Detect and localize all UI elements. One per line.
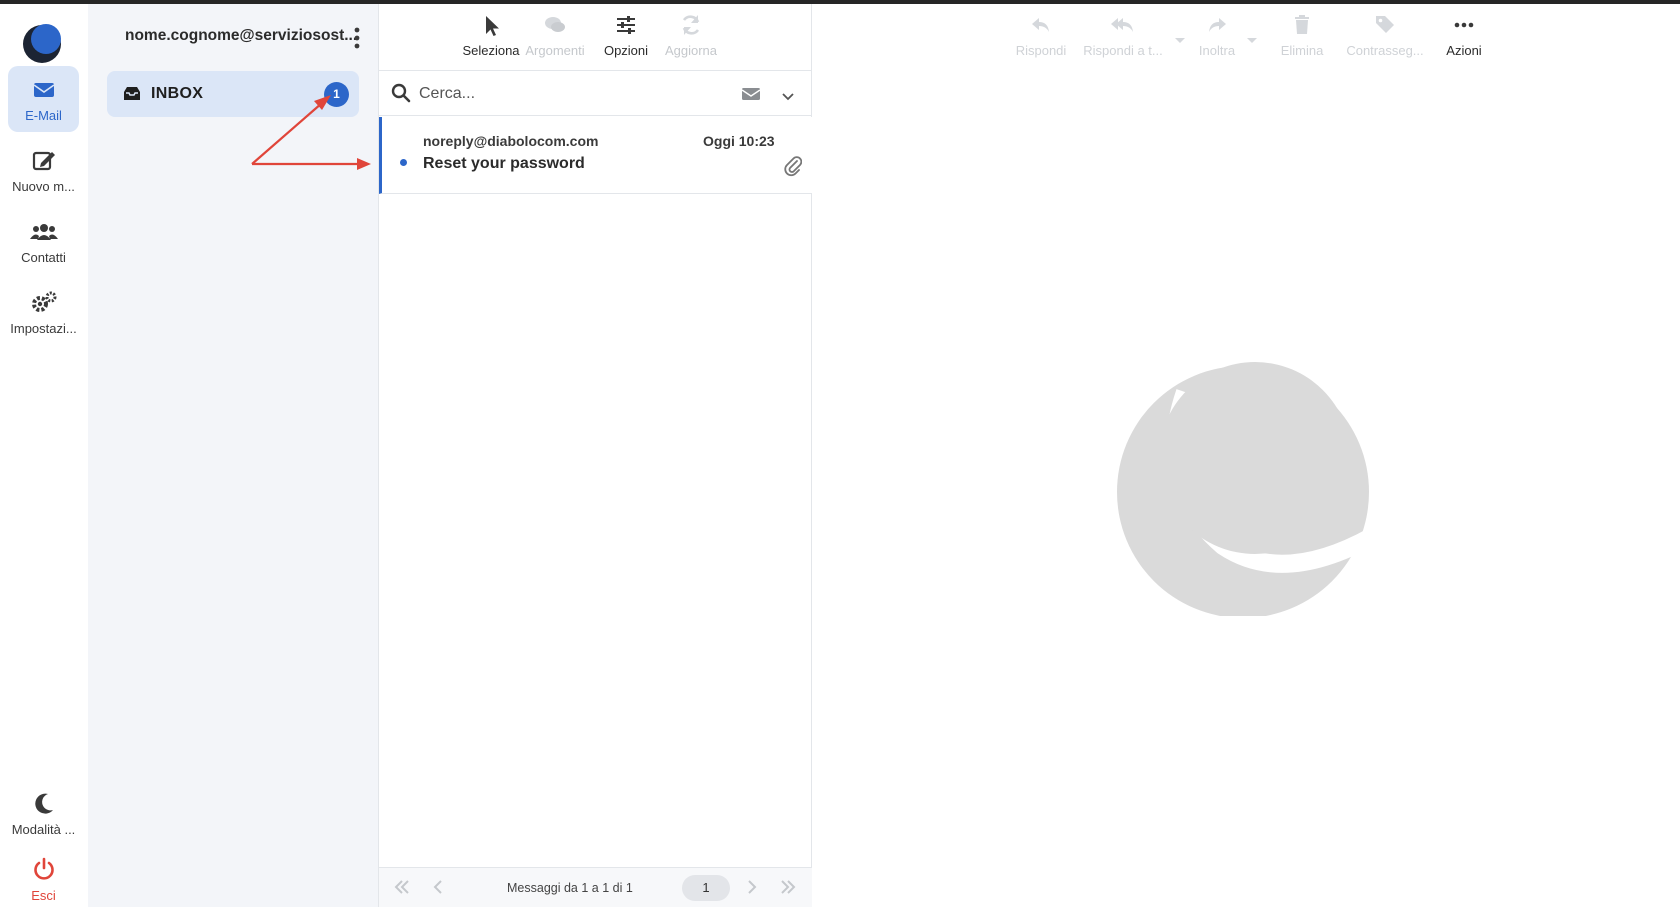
account-email: nome.cognome@serviziosost... <box>125 27 358 44</box>
cursor-icon <box>455 12 527 38</box>
sliders-icon <box>590 12 662 38</box>
inbox-icon <box>122 86 142 107</box>
account-menu-icon[interactable] <box>352 26 362 50</box>
actions-button[interactable]: Azioni <box>1435 12 1493 58</box>
message-row[interactable]: noreply@diabolocom.com Oggi 10:23 Reset … <box>379 117 812 194</box>
threads-button[interactable]: Argomenti <box>519 12 591 58</box>
pagination-bar: Messaggi da 1 a 1 di 1 1 <box>379 867 812 907</box>
nav-item-email[interactable]: E-Mail <box>8 66 79 132</box>
threads-label: Argomenti <box>525 43 585 58</box>
envelope-icon <box>8 76 79 102</box>
app-logo-icon <box>20 20 66 66</box>
power-icon <box>8 856 79 882</box>
moon-icon <box>8 790 79 816</box>
logout-button[interactable]: Esci <box>8 846 79 912</box>
chat-bubbles-icon <box>519 12 591 38</box>
reply-all-dropdown-icon[interactable] <box>1174 32 1186 50</box>
refresh-icon <box>655 12 727 38</box>
refresh-button[interactable]: Aggiorna <box>655 12 727 58</box>
forward-button[interactable]: Inoltra <box>1189 12 1245 58</box>
search-icon <box>391 83 411 108</box>
forward-dropdown-icon[interactable] <box>1246 32 1258 50</box>
options-button[interactable]: Opzioni <box>590 12 662 58</box>
search-input[interactable] <box>419 81 699 107</box>
pagination-info: Messaggi da 1 a 1 di 1 <box>507 881 633 895</box>
dark-mode-label: Modalità ... <box>11 822 76 837</box>
brand-watermark-icon <box>1113 356 1383 621</box>
reply-icon <box>1010 12 1072 38</box>
reply-all-button[interactable]: Rispondi a t... <box>1078 12 1168 58</box>
message-subject: Reset your password <box>423 155 585 172</box>
delete-button[interactable]: Elimina <box>1272 12 1332 58</box>
refresh-label: Aggiorna <box>664 43 718 58</box>
flag-button[interactable]: Contrasseg... <box>1343 12 1427 58</box>
nav-item-settings-label: Impostazi... <box>10 321 77 336</box>
search-scope-envelope-icon[interactable] <box>741 87 761 106</box>
folder-inbox-label: INBOX <box>151 85 204 102</box>
attachment-icon <box>784 155 803 182</box>
reading-pane: Rispondi Rispondi a t... Inoltra Elimina… <box>813 4 1680 907</box>
delete-label: Elimina <box>1280 43 1324 58</box>
nav-item-contacts[interactable]: Contatti <box>8 208 79 274</box>
nav-rail: E-Mail Nuovo m... Contatti Impostazi... … <box>0 4 88 907</box>
actions-label: Azioni <box>1446 43 1482 58</box>
logout-label: Esci <box>31 888 56 903</box>
trash-icon <box>1272 12 1332 38</box>
nav-item-compose-label: Nuovo m... <box>12 179 75 194</box>
reply-label: Rispondi <box>1015 43 1067 58</box>
reply-button[interactable]: Rispondi <box>1010 12 1072 58</box>
message-list-pane: Seleziona Argomenti Opzioni Aggiorna nor… <box>378 4 812 907</box>
message-date: Oggi 10:23 <box>703 133 775 149</box>
nav-item-compose[interactable]: Nuovo m... <box>8 137 79 203</box>
reply-all-label: Rispondi a t... <box>1083 43 1163 58</box>
current-page-button[interactable]: 1 <box>682 875 730 901</box>
options-label: Opzioni <box>603 43 649 58</box>
select-label: Seleziona <box>462 43 520 58</box>
forward-label: Inoltra <box>1198 43 1236 58</box>
previous-page-icon[interactable] <box>431 878 445 901</box>
more-dots-icon <box>1435 12 1493 38</box>
chevron-down-icon[interactable] <box>782 89 794 107</box>
last-page-icon[interactable] <box>779 878 797 901</box>
nav-item-settings[interactable]: Impostazi... <box>8 279 79 345</box>
unread-dot <box>400 159 407 166</box>
select-button[interactable]: Seleziona <box>455 12 527 58</box>
folder-panel: nome.cognome@serviziosost... INBOX 1 <box>88 4 378 907</box>
first-page-icon[interactable] <box>393 878 411 901</box>
search-bar <box>379 70 812 116</box>
nav-item-email-label: E-Mail <box>25 108 62 123</box>
next-page-icon[interactable] <box>745 878 759 901</box>
contacts-icon <box>8 218 79 244</box>
reply-all-icon <box>1078 12 1168 38</box>
message-sender: noreply@diabolocom.com <box>423 133 599 149</box>
compose-icon <box>8 147 79 173</box>
settings-icon <box>8 289 79 315</box>
flag-label: Contrasseg... <box>1346 43 1424 58</box>
folder-inbox[interactable]: INBOX 1 <box>107 71 359 117</box>
nav-item-contacts-label: Contatti <box>21 250 66 265</box>
tag-icon <box>1343 12 1427 38</box>
dark-mode-toggle[interactable]: Modalità ... <box>8 780 79 846</box>
forward-icon <box>1189 12 1245 38</box>
unread-count-badge: 1 <box>324 82 349 107</box>
